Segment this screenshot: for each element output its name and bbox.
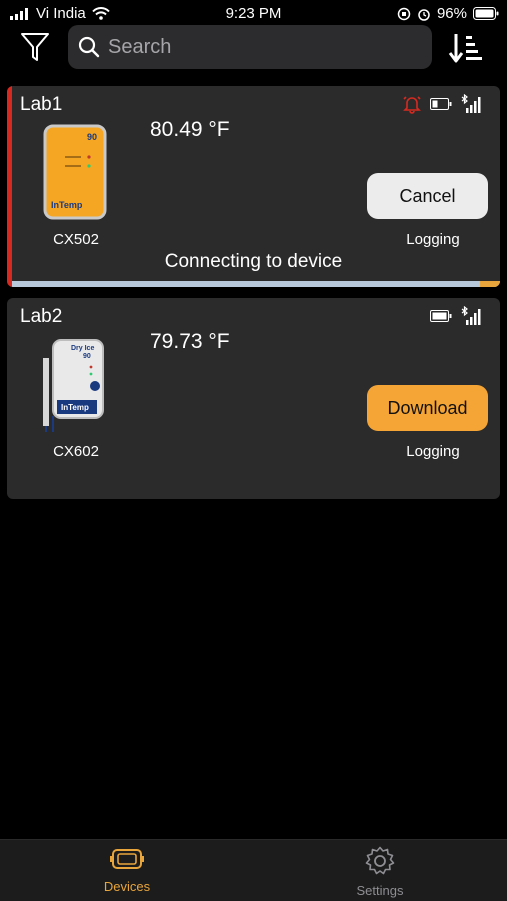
bluetooth-signal-icon <box>461 306 481 325</box>
battery-percent: 96% <box>436 5 467 22</box>
tab-devices[interactable]: Devices <box>67 846 187 894</box>
battery-full-icon <box>430 310 452 322</box>
device-model: CX602 <box>53 443 99 460</box>
orientation-lock-icon <box>397 7 411 20</box>
search-icon <box>78 36 100 58</box>
device-status-icons <box>430 306 482 326</box>
device-brand-label: InTemp <box>51 200 83 210</box>
sort-icon <box>448 34 482 63</box>
top-bar <box>0 22 507 78</box>
search-input[interactable] <box>106 34 410 60</box>
device-card-lab1[interactable]: Lab1 80.49 °F 90 InTemp CX502 Cancel Log <box>7 86 500 287</box>
device-image-label-top: Dry Ice <box>71 345 94 352</box>
device-model: CX502 <box>53 231 99 248</box>
search-bar[interactable] <box>68 25 432 69</box>
download-button[interactable]: Download <box>367 385 488 431</box>
devices-icon <box>110 849 144 869</box>
tab-bar: Devices Settings <box>0 839 507 901</box>
device-brand-label: InTemp <box>61 403 89 412</box>
alarm-clock-icon <box>418 8 430 21</box>
battery-icon <box>473 7 499 20</box>
device-name: Lab2 <box>20 306 63 327</box>
cx502-device-image: 90 InTemp <box>43 124 107 220</box>
cancel-button[interactable]: Cancel <box>367 173 488 219</box>
battery-low-icon <box>430 98 452 110</box>
connection-progress-fill <box>480 281 500 287</box>
logging-status: Logging <box>406 231 460 248</box>
connecting-status-text: Connecting to device <box>164 251 343 272</box>
sort-button[interactable] <box>448 30 486 66</box>
tab-settings[interactable]: Settings <box>320 846 440 898</box>
cx602-device-image: Dry Ice 90 InTemp <box>43 339 104 432</box>
connection-progress-bar <box>12 281 500 287</box>
bluetooth-signal-icon <box>461 94 481 113</box>
temperature-reading: 79.73 °F <box>150 330 230 353</box>
status-right: 96% <box>397 5 499 22</box>
device-image-label: 90 <box>87 132 97 142</box>
tab-label: Settings <box>356 883 404 898</box>
device-card-lab2[interactable]: Lab2 79.73 °F Dry Ice 90 InTemp CX602 Do… <box>7 298 500 499</box>
device-name: Lab1 <box>20 94 63 115</box>
filter-icon <box>21 33 49 61</box>
device-image-label: 90 <box>83 353 91 360</box>
temperature-reading: 80.49 °F <box>150 118 230 141</box>
gear-icon <box>365 846 395 875</box>
logging-status: Logging <box>406 443 460 460</box>
device-status-icons <box>402 94 482 114</box>
filter-button[interactable] <box>18 30 52 64</box>
alarm-bell-icon <box>403 96 421 114</box>
tab-label: Devices <box>103 879 151 894</box>
